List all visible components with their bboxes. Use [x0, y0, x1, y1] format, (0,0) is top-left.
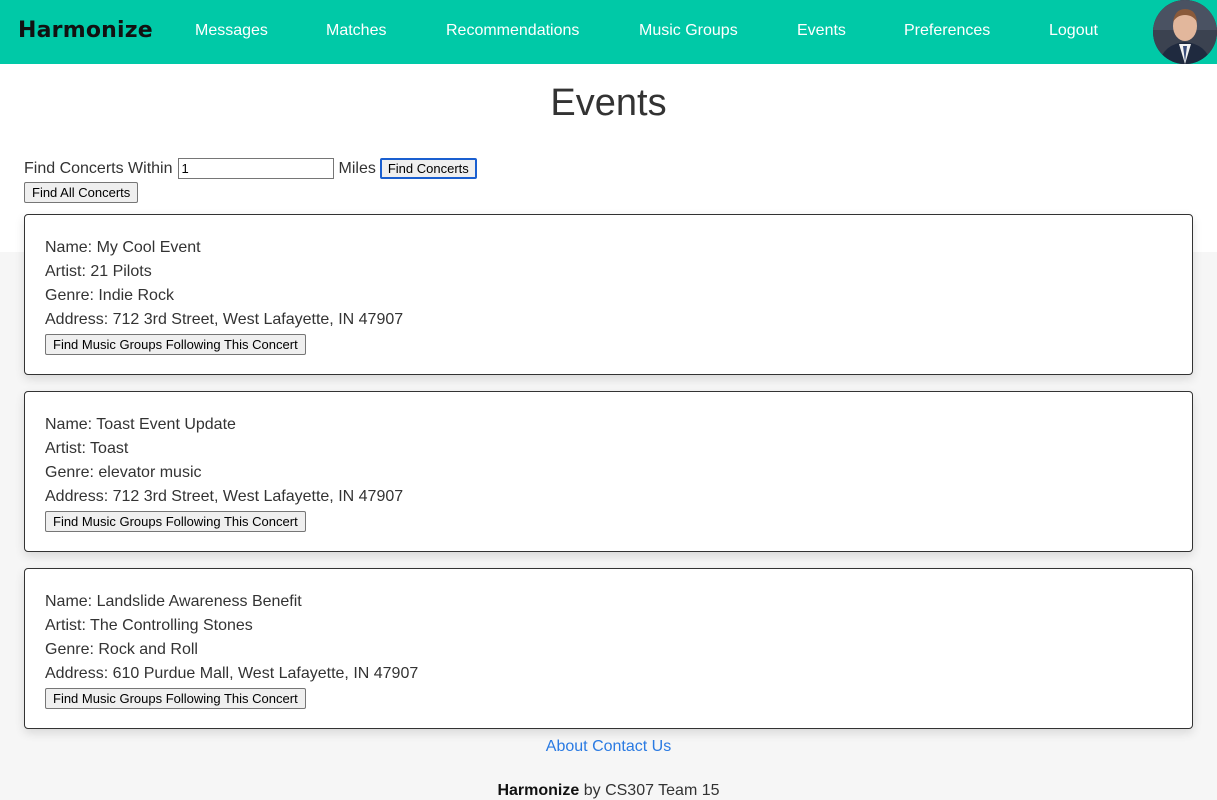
find-concerts-button[interactable]: Find Concerts: [379, 158, 477, 179]
event-artist: Artist: The Controlling Stones: [45, 617, 253, 634]
top-navbar: Harmonize Messages Matches Recommendatio…: [0, 0, 1217, 64]
contact-us-link[interactable]: Contact Us: [592, 738, 671, 755]
miles-label: Miles: [338, 159, 376, 177]
find-music-groups-button[interactable]: Find Music Groups Following This Concert: [45, 511, 306, 532]
event-genre: Genre: Rock and Roll: [45, 641, 198, 658]
footer-brand: Harmonize: [497, 782, 580, 799]
user-avatar[interactable]: [1153, 0, 1217, 64]
event-address: Address: 712 3rd Street, West Lafayette,…: [45, 488, 404, 505]
nav-matches[interactable]: Matches: [326, 22, 386, 40]
event-name: Name: Toast Event Update: [45, 416, 236, 433]
about-link[interactable]: About: [546, 738, 588, 755]
find-music-groups-button[interactable]: Find Music Groups Following This Concert: [45, 688, 306, 709]
nav-events[interactable]: Events: [797, 22, 846, 40]
event-card: Name: My Cool Event Artist: 21 Pilots Ge…: [24, 214, 1193, 375]
footer-credit: Harmonize by CS307 Team 15: [0, 782, 1217, 800]
nav-preferences[interactable]: Preferences: [904, 22, 990, 40]
event-address: Address: 610 Purdue Mall, West Lafayette…: [45, 665, 419, 682]
event-artist: Artist: Toast: [45, 440, 129, 457]
concert-search-form: Find Concerts Within Miles Find Concerts: [24, 158, 477, 179]
event-address: Address: 712 3rd Street, West Lafayette,…: [45, 311, 404, 328]
find-all-concerts-button[interactable]: Find All Concerts: [24, 182, 139, 203]
harmonize-logo[interactable]: Harmonize: [18, 18, 153, 43]
footer-links: About Contact Us: [0, 738, 1217, 756]
event-name: Name: My Cool Event: [45, 239, 201, 256]
page-title: Events: [550, 82, 667, 124]
nav-music-groups[interactable]: Music Groups: [639, 22, 738, 40]
nav-recommendations[interactable]: Recommendations: [446, 22, 579, 40]
event-artist: Artist: 21 Pilots: [45, 263, 152, 280]
nav-messages[interactable]: Messages: [195, 22, 268, 40]
distance-input[interactable]: [177, 158, 334, 179]
search-prefix-label: Find Concerts Within: [24, 159, 173, 177]
event-card: Name: Landslide Awareness Benefit Artist…: [24, 568, 1193, 729]
find-music-groups-button[interactable]: Find Music Groups Following This Concert: [45, 334, 306, 355]
event-name: Name: Landslide Awareness Benefit: [45, 593, 302, 610]
event-genre: Genre: Indie Rock: [45, 287, 174, 304]
user-photo-icon: [1153, 0, 1217, 64]
event-card: Name: Toast Event Update Artist: Toast G…: [24, 391, 1193, 552]
event-genre: Genre: elevator music: [45, 464, 202, 481]
nav-logout[interactable]: Logout: [1049, 22, 1098, 40]
footer-credit-text: by CS307 Team 15: [583, 782, 720, 799]
